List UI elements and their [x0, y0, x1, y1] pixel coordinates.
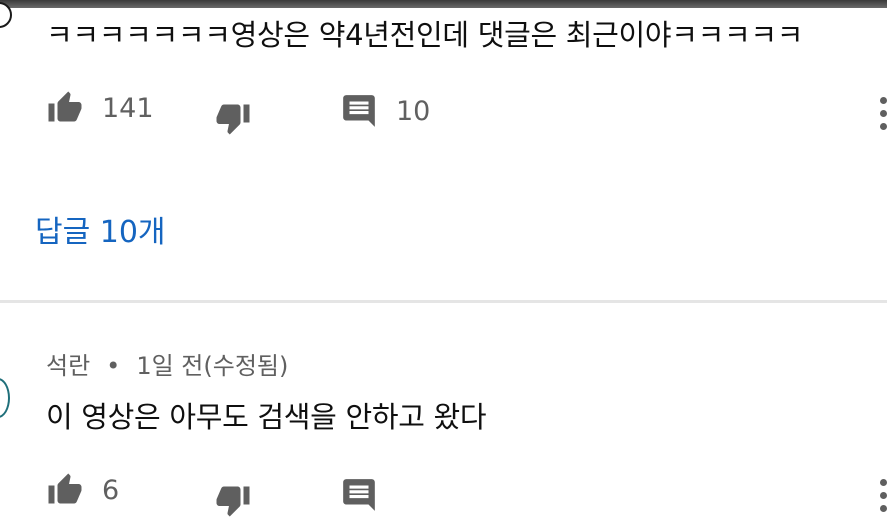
thumbs-down-icon — [216, 486, 250, 517]
meta-separator: • — [106, 352, 121, 380]
avatar[interactable] — [0, 378, 10, 418]
reply-count: 10 — [396, 95, 431, 127]
dislike-button[interactable] — [214, 482, 252, 518]
like-count: 141 — [102, 92, 154, 124]
comment-icon — [343, 479, 375, 511]
thumbs-up-icon — [48, 91, 82, 122]
comment-text: ㅋㅋㅋㅋㅋㅋㅋ영상은 약4년전인데 댓글은 최근이야ㅋㅋㅋㅋㅋ — [46, 18, 804, 52]
divider — [0, 300, 887, 303]
like-count: 6 — [102, 474, 120, 506]
more-vert-icon[interactable] — [880, 97, 887, 136]
thumbs-up-icon — [48, 473, 82, 504]
video-player-edge — [0, 0, 887, 8]
author-name[interactable]: 석란 — [46, 352, 90, 380]
like-button[interactable]: 141 — [46, 90, 154, 126]
reply-button[interactable] — [340, 476, 378, 514]
like-button[interactable]: 6 — [46, 472, 119, 508]
more-vert-icon[interactable] — [880, 479, 887, 518]
thumbs-down-icon — [216, 104, 250, 135]
reply-button[interactable]: 10 — [340, 92, 430, 130]
comment-text: 이 영상은 아무도 검색을 안하고 왔다 — [46, 400, 487, 434]
comment-time: 1일 전(수정됨) — [136, 352, 289, 380]
view-replies-link[interactable]: 답글 10개 — [35, 207, 166, 251]
dislike-button[interactable] — [214, 100, 252, 136]
comment-icon — [343, 95, 375, 127]
comment-meta: 석란 • 1일 전(수정됨) — [46, 346, 288, 381]
